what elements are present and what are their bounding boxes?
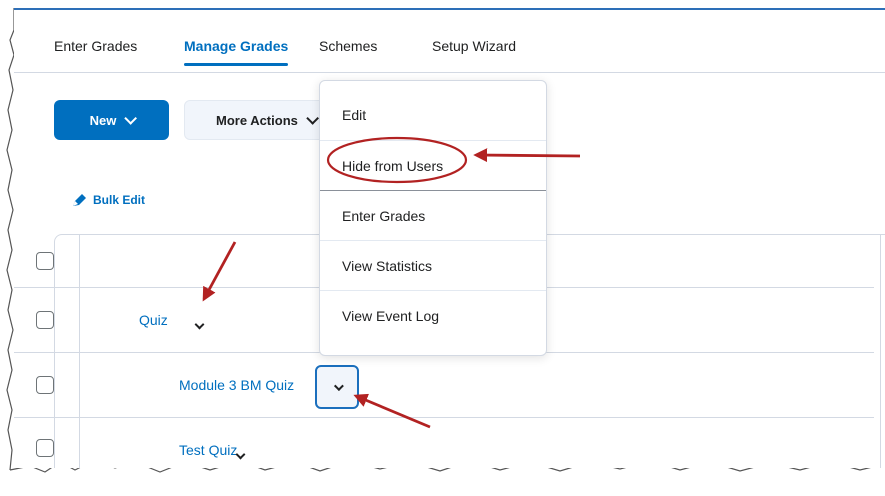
quiz-options-button[interactable] [194,315,205,333]
bulk-edit-link[interactable]: Bulk Edit [72,193,145,207]
tab-bar: Enter Grades Manage Grades Schemes Setup… [14,10,885,73]
menu-item-hide-from-users[interactable]: Hide from Users [320,141,546,191]
chevron-down-icon [306,111,319,125]
tab-enter-grades[interactable]: Enter Grades [54,38,137,54]
test-quiz-link[interactable]: Test Quiz [179,442,237,458]
menu-item-enter-grades[interactable]: Enter Grades [320,191,546,241]
checkbox-cell [14,234,80,287]
test-quiz-options-button[interactable] [235,445,246,463]
row-checkbox[interactable] [36,376,54,394]
table-right-edge [880,234,881,468]
context-menu: Edit Hide from Users Enter Grades View S… [319,80,547,356]
menu-item-view-statistics[interactable]: View Statistics [320,241,546,291]
chevron-down-icon [235,449,246,460]
menu-item-view-event-log[interactable]: View Event Log [320,291,546,341]
new-button[interactable]: New [54,100,169,140]
module-3-options-button[interactable] [315,365,359,409]
quiz-category-link[interactable]: Quiz [139,312,168,328]
checkbox-cell [14,417,80,468]
row-checkbox[interactable] [36,311,54,329]
module-3-bm-quiz-link[interactable]: Module 3 BM Quiz [179,377,294,393]
grades-app: Enter Grades Manage Grades Schemes Setup… [14,8,885,468]
chevron-down-icon [194,319,205,330]
table-row [14,417,874,468]
chevron-down-icon [124,111,138,125]
tab-schemes[interactable]: Schemes [319,38,377,54]
checkbox-cell [14,352,80,417]
bulk-edit-label: Bulk Edit [93,193,146,207]
tab-manage-grades[interactable]: Manage Grades [184,38,289,66]
checkbox-cell [14,287,80,352]
table-row [14,352,874,418]
row-checkbox[interactable] [36,439,54,457]
chevron-down-icon [333,380,344,391]
select-all-checkbox[interactable] [36,252,54,270]
pencil-icon [73,194,86,206]
more-actions-button[interactable]: More Actions [184,100,334,140]
new-button-label: New [89,112,117,128]
tab-setup-wizard[interactable]: Setup Wizard [432,38,516,54]
menu-item-edit[interactable]: Edit [320,89,546,141]
more-actions-label: More Actions [216,112,298,128]
